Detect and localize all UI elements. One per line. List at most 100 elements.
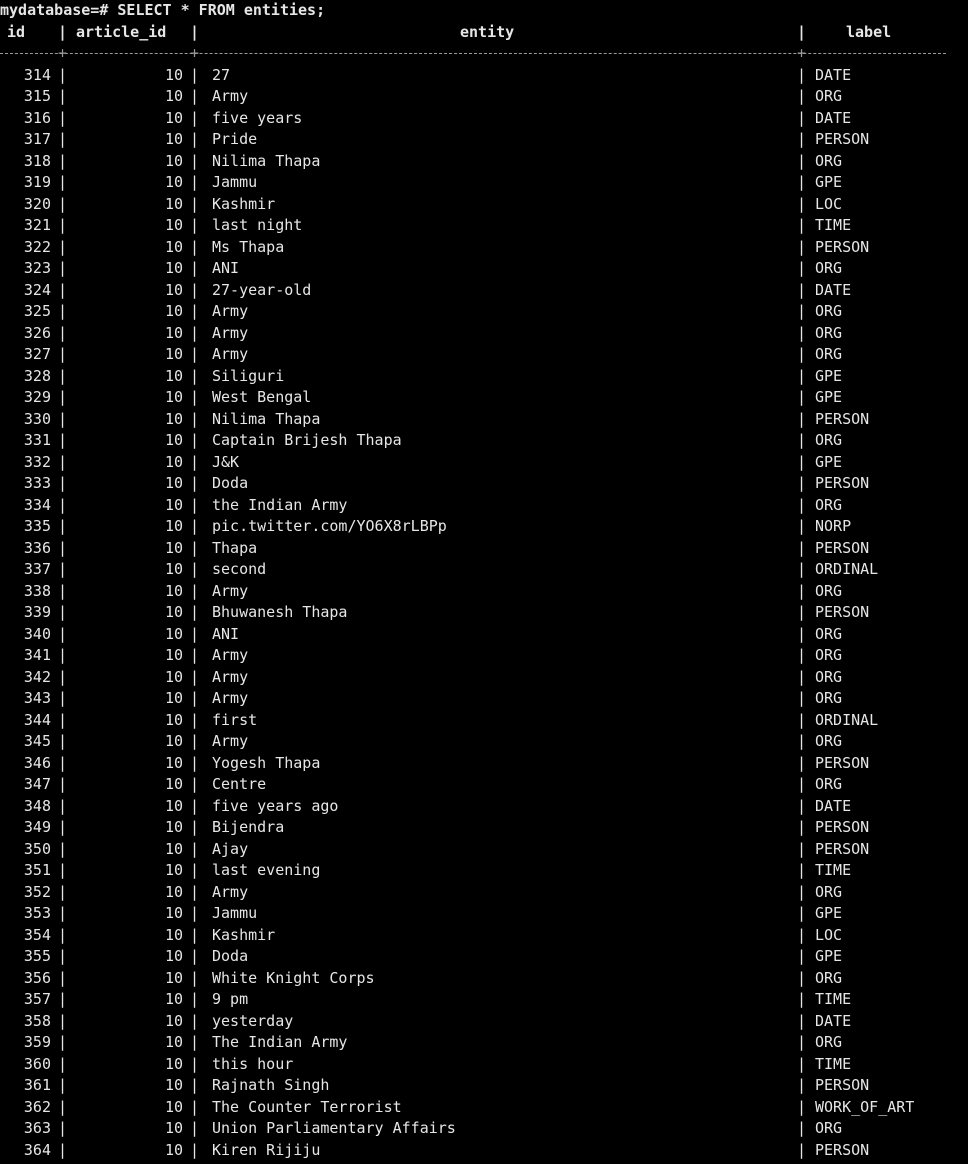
column-divider: |: [797, 839, 807, 858]
column-divider: |: [797, 1076, 807, 1094]
cell-id: 362: [23, 1097, 51, 1116]
cell-entity: the Indian Army: [212, 495, 348, 514]
column-divider: |: [190, 474, 200, 492]
column-divider: |: [797, 861, 807, 879]
cell-id: 361: [23, 1076, 51, 1094]
cell-entity: The Indian Army: [212, 1033, 348, 1051]
cell-id: 327: [23, 345, 51, 363]
table-row: 334 | 10 | the Indian Army | ORG: [0, 495, 968, 517]
cell-article-id: 10: [164, 1054, 183, 1073]
table-row: 349 | 10 | Bijendra | PERSON: [0, 817, 968, 839]
cell-entity: 27: [212, 65, 231, 84]
table-row: 354 | 10 | Kashmir | LOC: [0, 925, 968, 947]
cell-entity: five years ago: [212, 796, 339, 815]
cell-label: PERSON: [815, 603, 870, 621]
column-divider: |: [190, 968, 200, 987]
column-divider: |: [190, 1011, 200, 1030]
table-row: 351 | 10 | last evening | TIME: [0, 860, 968, 882]
cell-article-id: 10: [164, 366, 183, 385]
cell-article-id: 10: [164, 130, 183, 148]
terminal-window[interactable]: mydatabase=# SELECT * FROM entities; id …: [0, 0, 968, 1164]
column-divider: |: [797, 624, 807, 643]
cell-label: LOC: [815, 925, 843, 944]
command-prompt-line[interactable]: mydatabase=# SELECT * FROM entities;: [0, 0, 325, 22]
column-divider: |: [190, 323, 200, 342]
cell-label: ORG: [815, 259, 843, 277]
column-divider: |: [190, 517, 200, 535]
column-divider: |: [797, 818, 807, 836]
column-divider: |: [190, 409, 200, 428]
cell-entity: The Counter Terrorist: [212, 1097, 402, 1116]
column-divider: |: [190, 366, 200, 385]
table-row: 329 | 10 | West Bengal | GPE: [0, 387, 968, 409]
cell-article-id: 10: [164, 968, 183, 987]
cell-label: PERSON: [815, 130, 870, 148]
cell-id: 316: [23, 108, 51, 127]
cell-label: GPE: [815, 388, 843, 406]
cell-label: ORG: [815, 732, 843, 750]
cell-entity: first: [212, 710, 258, 729]
cell-article-id: 10: [164, 345, 183, 363]
cell-id: 346: [23, 753, 51, 772]
column-divider: |: [797, 689, 807, 707]
table-row: 335 | 10 | pic.twitter.com/YO6X8rLBPp | NORP: [0, 516, 968, 538]
cell-id: 318: [23, 151, 51, 170]
column-divider: |: [797, 753, 807, 772]
column-divider: |: [190, 280, 200, 299]
table-row: 358 | 10 | yesterday | DATE: [0, 1011, 968, 1033]
cell-entity: Jammu: [212, 173, 258, 191]
cell-entity: five years: [212, 108, 303, 127]
table-row: 319 | 10 | Jammu | GPE: [0, 172, 968, 194]
cell-article-id: 10: [164, 323, 183, 342]
column-divider: |: [797, 388, 807, 406]
cell-article-id: 10: [164, 839, 183, 858]
cell-article-id: 10: [164, 1097, 183, 1116]
cell-entity: Centre: [212, 775, 267, 793]
column-divider: |: [190, 302, 200, 320]
cell-id: 338: [23, 581, 51, 600]
cell-id: 326: [23, 323, 51, 342]
column-divider: |: [190, 775, 200, 793]
column-divider: |: [797, 925, 807, 944]
cell-article-id: 10: [164, 409, 183, 428]
column-divider: |: [190, 925, 200, 944]
table-row: 363 | 10 | Union Parliamentary Affairs | ORG: [0, 1118, 968, 1140]
cell-article-id: 10: [164, 990, 183, 1008]
cell-article-id: 10: [164, 796, 183, 815]
cell-id: 324: [23, 280, 51, 299]
cell-entity: Bhuwanesh Thapa: [212, 603, 348, 621]
cell-entity: Army: [212, 732, 249, 750]
cell-article-id: 10: [164, 624, 183, 643]
column-divider: |: [797, 603, 807, 621]
column-divider: |: [797, 237, 807, 256]
cell-article-id: 10: [164, 882, 183, 901]
cell-article-id: 10: [164, 753, 183, 772]
cell-id: 321: [23, 216, 51, 234]
cell-article-id: 10: [164, 302, 183, 320]
cell-id: 356: [23, 968, 51, 987]
cell-label: TIME: [815, 216, 852, 234]
cell-id: 325: [23, 302, 51, 320]
cell-id: 351: [23, 861, 51, 879]
table-row: 356 | 10 | White Knight Corps | ORG: [0, 968, 968, 990]
cell-id: 323: [23, 259, 51, 277]
cell-entity: Ajay: [212, 839, 249, 858]
column-divider: |: [797, 87, 807, 105]
cell-label: PERSON: [815, 1076, 870, 1094]
table-row: 336 | 10 | Thapa | PERSON: [0, 538, 968, 560]
cell-id: 342: [23, 667, 51, 686]
cell-label: PERSON: [815, 474, 870, 492]
table-row: 325 | 10 | Army | ORG: [0, 301, 968, 323]
cell-article-id: 10: [164, 775, 183, 793]
table-row: 340 | 10 | ANI | ORG: [0, 624, 968, 646]
cell-entity: Kiren Rijiju: [212, 1140, 321, 1159]
cell-label: ORG: [815, 581, 843, 600]
column-divider: |: [190, 151, 200, 170]
cell-entity: Doda: [212, 947, 249, 965]
table-row: 355 | 10 | Doda | GPE: [0, 946, 968, 968]
cell-id: 357: [23, 990, 51, 1008]
cell-entity: Siliguri: [212, 366, 285, 385]
cell-entity: West Bengal: [212, 388, 312, 406]
cell-label: ORG: [815, 495, 843, 514]
cell-article-id: 10: [164, 904, 183, 922]
